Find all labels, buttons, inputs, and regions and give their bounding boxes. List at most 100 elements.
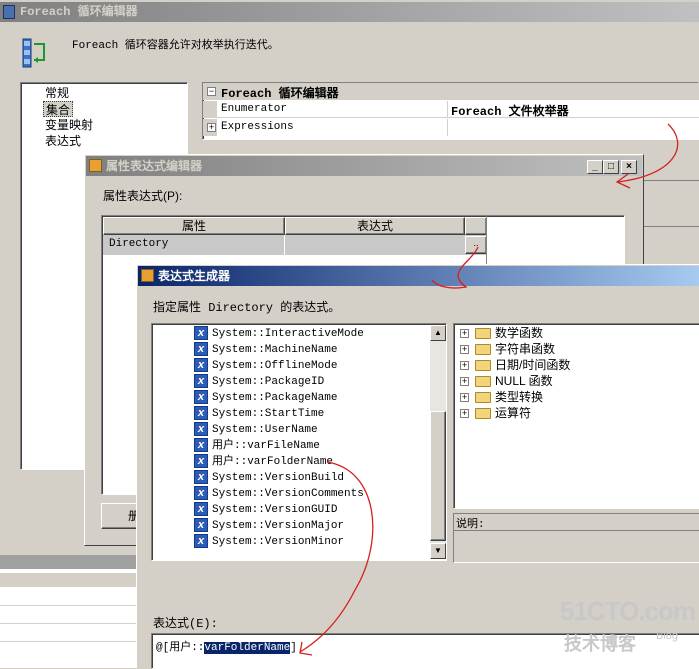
variable-label: System::PackageName — [212, 392, 338, 404]
variable-item[interactable]: x System::VersionMinor — [194, 534, 344, 550]
col-header-property[interactable]: 属性 — [103, 217, 285, 235]
function-category-label: 数学函数 — [495, 326, 544, 340]
variable-icon: x — [194, 486, 208, 501]
folder-icon — [475, 376, 491, 388]
variable-icon: x — [194, 534, 208, 549]
minimize-button[interactable]: _ — [587, 160, 603, 174]
functions-tree: + 数学函数 + 字符串函数 + 日期/时间函数 + NULL 函数 + 类型转换 + 运算符 — [453, 323, 699, 509]
close-button[interactable]: × — [621, 160, 637, 174]
watermark-main: 51CTO.com — [560, 596, 696, 626]
variable-icon: x — [194, 342, 208, 357]
variable-item[interactable]: x System::VersionMajor — [194, 518, 344, 534]
expand-icon[interactable]: + — [460, 329, 469, 339]
nav-item-collection[interactable]: 集合 — [43, 101, 74, 117]
prop-group-label: Foreach 循环编辑器 — [221, 87, 339, 101]
scroll-up-button[interactable]: ▲ — [430, 325, 446, 341]
variable-label: System::VersionMajor — [212, 520, 345, 532]
expression-selected: varFolderName — [204, 642, 291, 654]
folder-icon — [475, 344, 491, 356]
folder-icon — [475, 392, 491, 404]
variable-item[interactable]: x System::PackageName — [194, 390, 337, 406]
expr-builder-titlebar[interactable]: 表达式生成器 — [138, 266, 699, 286]
variable-item[interactable]: x System::MachineName — [194, 342, 337, 358]
variable-item[interactable]: x 用户::varFolderName — [194, 454, 333, 470]
expand-icon[interactable]: + — [460, 409, 469, 419]
expression-suffix: ] — [290, 642, 297, 654]
variable-label: System::VersionMinor — [212, 536, 345, 548]
ellipsis-button[interactable]: .. — [465, 236, 487, 254]
expressions-label: Expressions — [221, 121, 294, 133]
foreach-description: Foreach 循环容器允许对枚举执行迭代。 — [72, 40, 279, 52]
maximize-button[interactable]: □ — [603, 160, 619, 174]
variable-icon: x — [194, 326, 208, 341]
enumerator-label: Enumerator — [221, 103, 288, 115]
variable-item[interactable]: x System::PackageID — [194, 374, 324, 390]
variable-item[interactable]: x System::OfflineMode — [194, 358, 337, 374]
variable-item[interactable]: x System::VersionBuild — [194, 470, 344, 486]
variable-item[interactable]: x 用户::varFileName — [194, 438, 320, 454]
variable-item[interactable]: x System::InteractiveMode — [194, 326, 364, 342]
variable-icon: x — [194, 390, 208, 405]
variable-item[interactable]: x System::UserName — [194, 422, 318, 438]
variable-icon: x — [194, 374, 208, 389]
foreach-editor-title: Foreach 循环编辑器 — [20, 5, 138, 19]
expand-icon[interactable]: + — [207, 123, 216, 132]
expr-builder-title: 表达式生成器 — [158, 269, 231, 283]
folder-icon — [475, 408, 491, 420]
col-header-expression-text: 表达式 — [356, 219, 393, 233]
prop-row-expressions[interactable]: + Expressions — [203, 119, 699, 136]
nav-item-general[interactable]: 常规 — [45, 85, 69, 101]
expression-text[interactable]: @[用户::varFolderName] — [156, 638, 297, 654]
prop-group-row[interactable]: − Foreach 循环编辑器 — [203, 83, 699, 101]
function-category[interactable]: + 字符串函数 — [460, 341, 555, 357]
nav-item-variable-mappings[interactable]: 变量映射 — [45, 117, 93, 133]
expr-builder-window-icon — [141, 269, 154, 282]
variable-item[interactable]: x System::StartTime — [194, 406, 324, 422]
variable-label: System::PackageID — [212, 376, 325, 388]
expand-icon[interactable]: + — [460, 361, 469, 371]
variable-label: System::InteractiveMode — [212, 328, 364, 340]
function-category-label: 类型转换 — [495, 390, 544, 404]
folder-icon — [475, 328, 491, 340]
variable-label: System::MachineName — [212, 344, 338, 356]
variable-item[interactable]: x System::VersionGUID — [194, 502, 337, 518]
prop-expr-window-controls: _ □ × — [587, 158, 637, 174]
prop-expr-titlebar[interactable]: 属性表达式编辑器 — [86, 156, 642, 176]
variable-icon: x — [194, 438, 208, 453]
enumerator-value[interactable]: Foreach 文件枚举器 — [451, 102, 569, 119]
expand-icon[interactable]: + — [460, 377, 469, 387]
nav-item-expressions[interactable]: 表达式 — [45, 133, 81, 149]
function-category[interactable]: + 数学函数 — [460, 325, 543, 341]
function-category-label: NULL 函数 — [495, 374, 553, 388]
function-category[interactable]: + 运算符 — [460, 405, 531, 421]
col-header-expression[interactable]: 表达式 — [285, 217, 465, 235]
variable-icon: x — [194, 422, 208, 437]
row-property-value[interactable]: Directory — [109, 238, 168, 250]
collapse-icon[interactable]: − — [207, 87, 216, 96]
variable-label: System::VersionComments — [212, 488, 364, 500]
expand-icon[interactable]: + — [460, 393, 469, 403]
expand-icon[interactable]: + — [460, 345, 469, 355]
prop-expr-row[interactable]: Directory .. — [103, 235, 487, 255]
foreach-property-grid: − Foreach 循环编辑器 Enumerator Foreach 文件枚举器… — [202, 82, 699, 140]
prop-expr-label: 属性表达式(P): — [103, 189, 183, 203]
variable-item[interactable]: x System::VersionComments — [194, 486, 364, 502]
function-category-label: 字符串函数 — [495, 342, 556, 356]
function-category[interactable]: + 日期/时间函数 — [460, 357, 570, 373]
col-header-property-text: 属性 — [181, 219, 206, 233]
variables-scrollbar[interactable]: ▲ ▼ — [430, 325, 446, 559]
expr-builder-prompt: 指定属性 Directory 的表达式。 — [153, 301, 341, 315]
scroll-thumb[interactable] — [430, 411, 446, 541]
background-panel-right — [640, 180, 699, 216]
variable-icon: x — [194, 454, 208, 469]
variable-icon: x — [194, 358, 208, 373]
scroll-down-button[interactable]: ▼ — [430, 543, 446, 559]
function-category[interactable]: + NULL 函数 — [460, 373, 553, 389]
prop-row-enumerator[interactable]: Enumerator Foreach 文件枚举器 — [203, 101, 699, 119]
function-category-label: 运算符 — [495, 406, 532, 420]
prop-expr-title: 属性表达式编辑器 — [106, 159, 203, 173]
variable-label: 用户::varFolderName — [212, 456, 334, 468]
col-header-button — [465, 217, 487, 235]
foreach-editor-titlebar[interactable]: Foreach 循环编辑器 — [0, 2, 699, 22]
function-category[interactable]: + 类型转换 — [460, 389, 543, 405]
